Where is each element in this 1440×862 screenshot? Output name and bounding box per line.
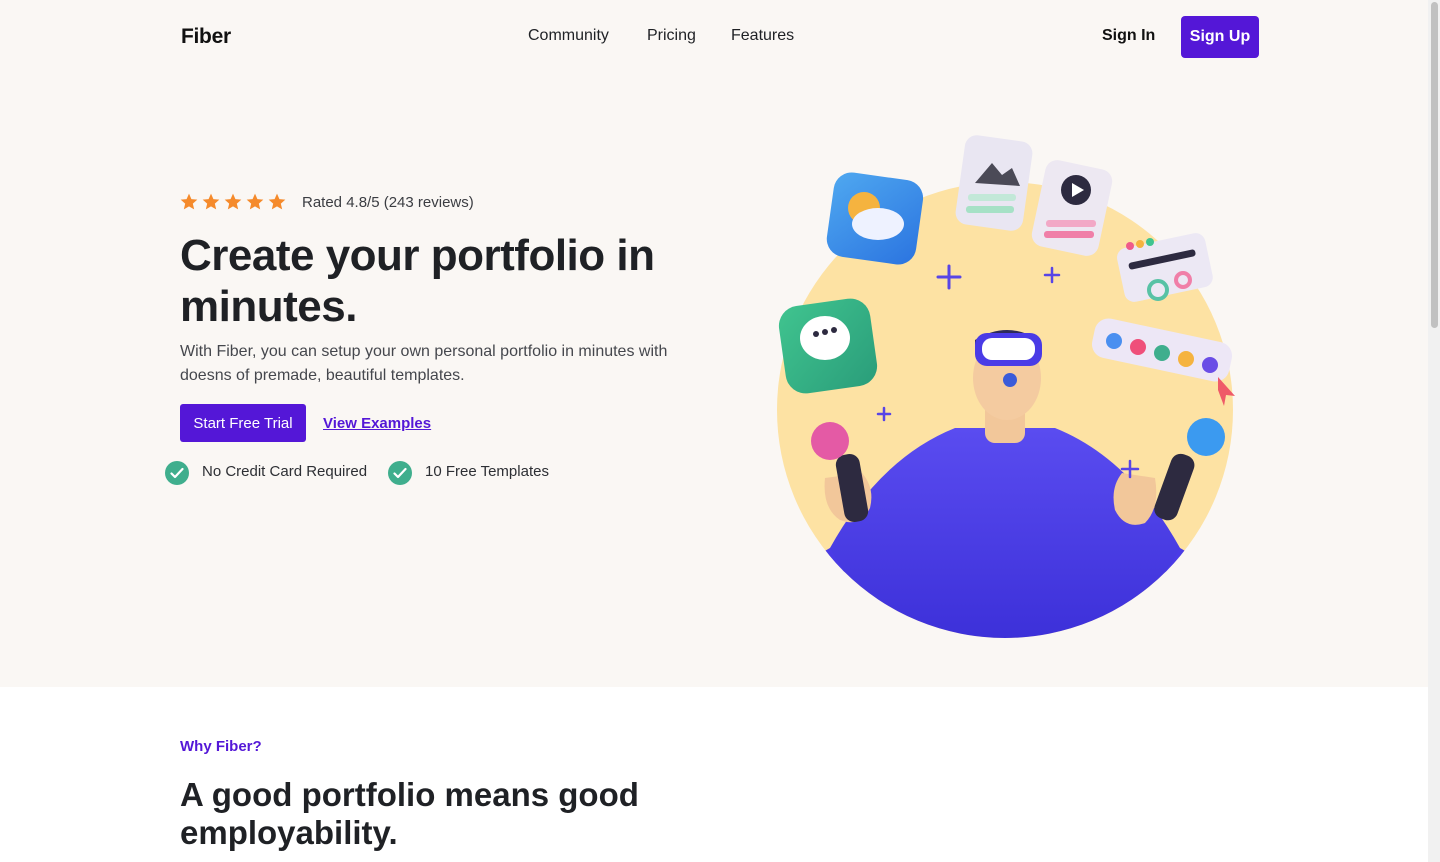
rating-stars xyxy=(179,192,287,212)
start-free-trial-button[interactable]: Start Free Trial xyxy=(180,404,306,442)
hero-subtext: With Fiber, you can setup your own perso… xyxy=(180,343,668,384)
check-circle-icon xyxy=(165,461,189,485)
why-fiber-label: Why Fiber? xyxy=(180,738,262,755)
rating-text: Rated 4.8/5 (243 reviews) xyxy=(302,194,474,211)
star-icon xyxy=(224,193,242,210)
star-icon xyxy=(180,193,198,210)
feature-no-credit-card: No Credit Card Required xyxy=(202,463,368,480)
hero-illustration xyxy=(777,135,1235,638)
nav-features[interactable]: Features xyxy=(731,27,794,45)
nav-community[interactable]: Community xyxy=(528,27,609,45)
scrollbar-thumb[interactable] xyxy=(1431,2,1438,328)
star-icon xyxy=(268,193,286,210)
hero-headline: Create your portfolio in minutes. xyxy=(180,231,655,331)
logo[interactable]: Fiber xyxy=(181,25,231,49)
scrollbar[interactable] xyxy=(1428,0,1440,862)
view-examples-link[interactable]: View Examples xyxy=(323,415,431,432)
feature-free-templates: 10 Free Templates xyxy=(425,463,549,480)
nav-pricing[interactable]: Pricing xyxy=(647,27,696,45)
sign-in-link[interactable]: Sign In xyxy=(1102,27,1155,45)
star-icon xyxy=(202,193,220,210)
star-icon xyxy=(246,193,264,210)
sign-up-button[interactable]: Sign Up xyxy=(1181,16,1259,58)
check-circle-icon xyxy=(388,461,412,485)
section-title: A good portfolio means good employabilit… xyxy=(180,776,639,851)
